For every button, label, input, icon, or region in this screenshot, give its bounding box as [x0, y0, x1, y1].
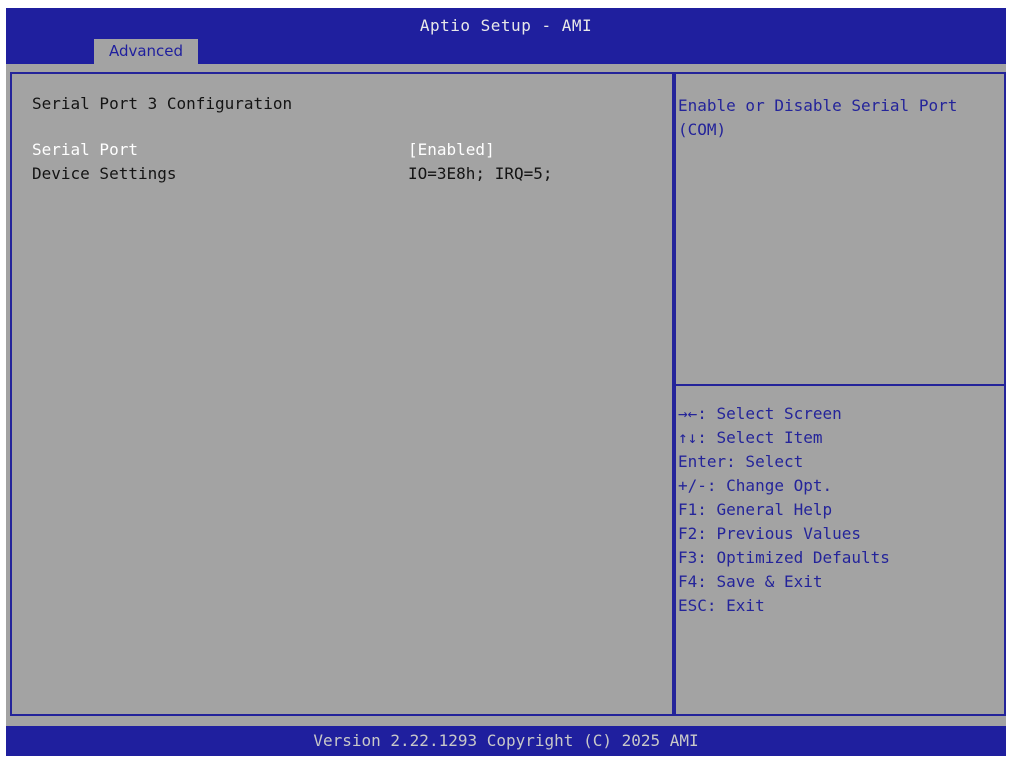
- key-help-list: →←: Select Screen ↑↓: Select Item Enter:…: [678, 402, 890, 618]
- help-panel: Enable or Disable Serial Port (COM) →←: …: [674, 72, 1006, 716]
- app-title: Aptio Setup - AMI: [419, 16, 593, 35]
- key-help-esc-exit: ESC: Exit: [678, 596, 765, 615]
- help-description: Enable or Disable Serial Port (COM): [678, 96, 958, 139]
- key-help-optimized-defaults: F3: Optimized Defaults: [678, 548, 890, 567]
- device-settings-label: Device Settings: [32, 164, 177, 183]
- setting-row-serial-port[interactable]: Serial Port [Enabled]: [32, 140, 652, 162]
- setting-row-device-settings: Device Settings IO=3E8h; IRQ=5;: [32, 164, 652, 186]
- key-help-general-help: F1: General Help: [678, 500, 833, 519]
- settings-panel: Serial Port 3 Configuration Serial Port …: [10, 72, 674, 716]
- serial-port-label: Serial Port: [32, 140, 138, 159]
- serial-port-value[interactable]: [Enabled]: [408, 140, 495, 159]
- tab-advanced[interactable]: Advanced: [94, 39, 198, 64]
- key-help-enter-select: Enter: Select: [678, 452, 804, 471]
- footer-bar: Version 2.22.1293 Copyright (C) 2025 AMI: [6, 726, 1006, 756]
- key-help-change-opt: +/-: Change Opt.: [678, 476, 833, 495]
- version-text: Version 2.22.1293 Copyright (C) 2025 AMI: [313, 731, 699, 750]
- bios-screen: Aptio Setup - AMI Advanced Serial Port 3…: [6, 8, 1006, 756]
- help-divider: [676, 384, 1004, 386]
- section-title: Serial Port 3 Configuration: [32, 94, 293, 113]
- key-help-select-screen: →←: Select Screen: [678, 404, 842, 423]
- device-settings-value: IO=3E8h; IRQ=5;: [408, 164, 553, 183]
- key-help-previous-values: F2: Previous Values: [678, 524, 862, 543]
- header-bar: Aptio Setup - AMI Advanced: [6, 8, 1006, 64]
- key-help-select-item: ↑↓: Select Item: [678, 428, 823, 447]
- key-help-save-exit: F4: Save & Exit: [678, 572, 823, 591]
